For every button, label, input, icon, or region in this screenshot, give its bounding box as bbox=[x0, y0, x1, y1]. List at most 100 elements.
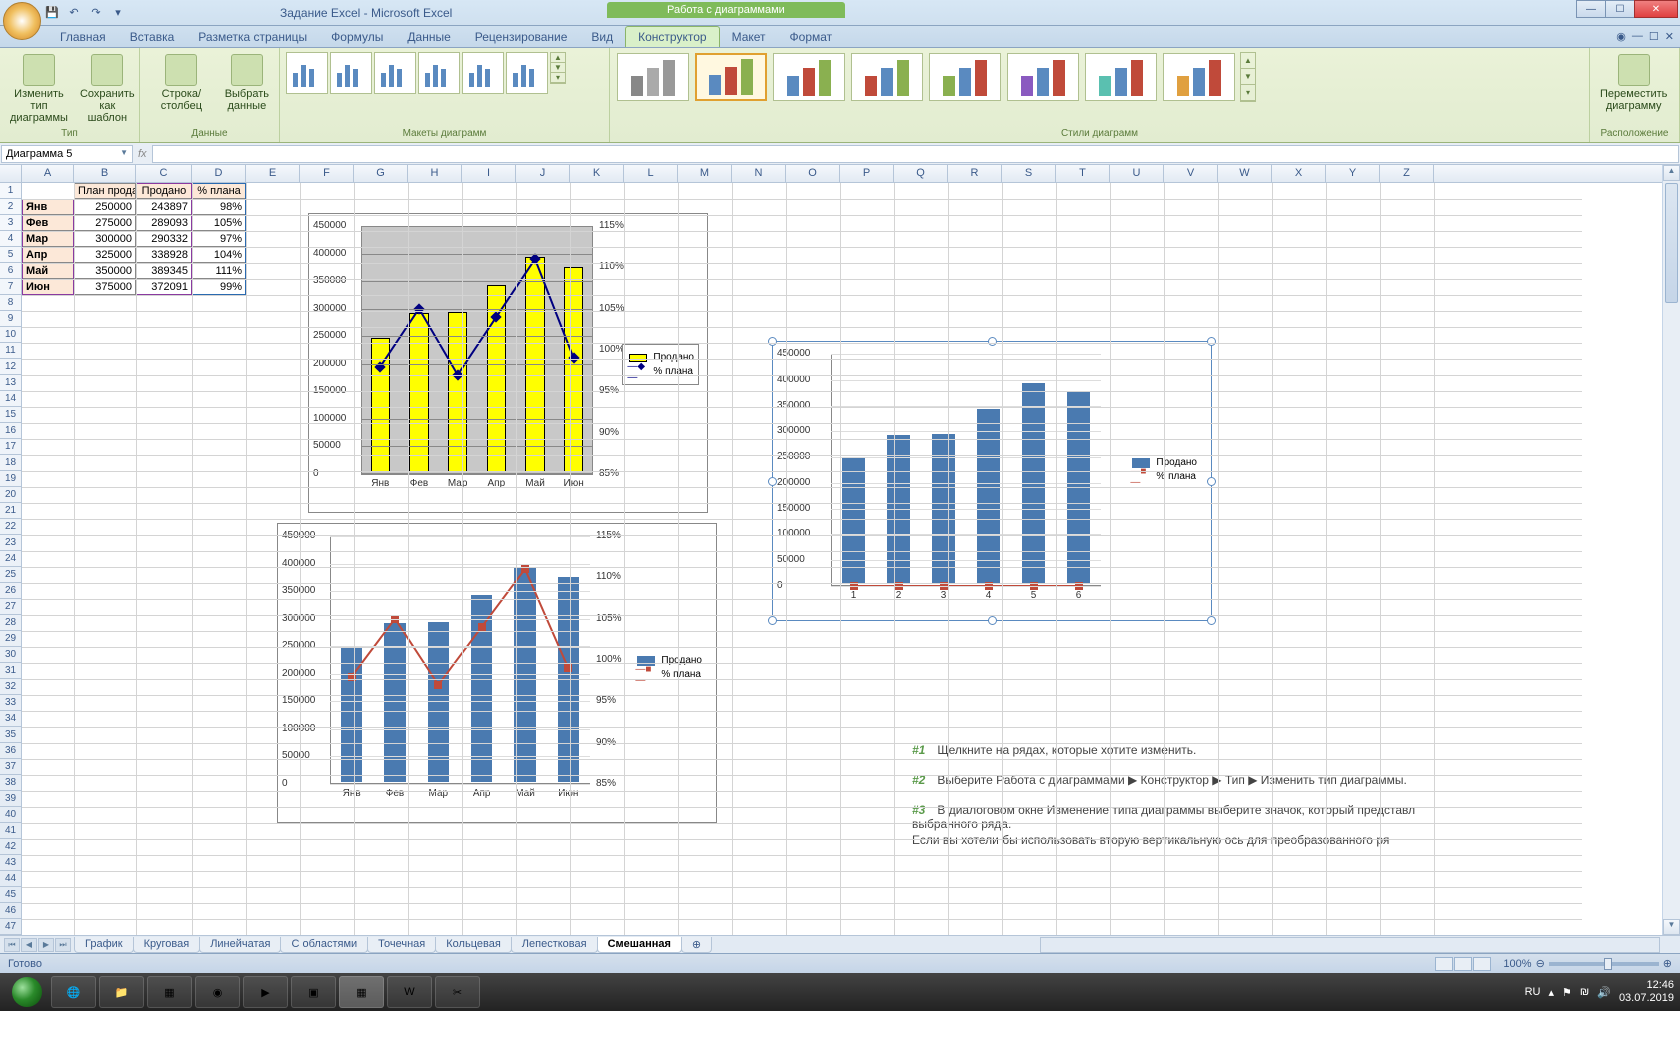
row-header[interactable]: 40 bbox=[0, 807, 21, 823]
row-header[interactable]: 18 bbox=[0, 455, 21, 471]
tab-главная[interactable]: Главная bbox=[48, 27, 118, 47]
row-header[interactable]: 26 bbox=[0, 583, 21, 599]
row-header[interactable]: 30 bbox=[0, 647, 21, 663]
row-header[interactable]: 45 bbox=[0, 887, 21, 903]
row-header[interactable]: 42 bbox=[0, 839, 21, 855]
tray-show-hidden-icon[interactable]: ▴ bbox=[1548, 986, 1554, 999]
row-header[interactable]: 13 bbox=[0, 375, 21, 391]
layout-thumb[interactable] bbox=[462, 52, 504, 94]
col-header[interactable]: L bbox=[624, 165, 678, 182]
worksheet-grid[interactable]: ABCDEFGHIJKLMNOPQRSTUVWXYZ 1234567891011… bbox=[0, 165, 1680, 935]
sheet-tab[interactable]: Точечная bbox=[367, 937, 436, 953]
tab-данные[interactable]: Данные bbox=[395, 27, 462, 47]
row-header[interactable]: 21 bbox=[0, 503, 21, 519]
vertical-scrollbar[interactable]: ▲ ▼ bbox=[1662, 165, 1680, 935]
move-chart-button[interactable]: Переместить диаграмму bbox=[1596, 52, 1671, 114]
col-header[interactable]: X bbox=[1272, 165, 1326, 182]
layout-thumb[interactable] bbox=[286, 52, 328, 94]
chart-2-combo-blue[interactable]: 0500001000001500002000002500003000003500… bbox=[277, 523, 717, 823]
row-header[interactable]: 6 bbox=[0, 263, 21, 279]
col-header[interactable]: B bbox=[74, 165, 136, 182]
chart-layouts-gallery[interactable]: ▲▼▾ bbox=[286, 52, 603, 127]
help-icon[interactable]: ◉ bbox=[1616, 30, 1626, 43]
tab-вставка[interactable]: Вставка bbox=[118, 27, 187, 47]
start-button[interactable] bbox=[6, 976, 48, 1008]
chart-3-selected[interactable]: 0500001000001500002000002500003000003500… bbox=[772, 341, 1212, 621]
row-header[interactable]: 38 bbox=[0, 775, 21, 791]
row-header[interactable]: 1 bbox=[0, 183, 21, 199]
page-layout-view-button[interactable] bbox=[1454, 957, 1472, 971]
tab-формат[interactable]: Формат bbox=[778, 27, 845, 47]
tray-network-icon[interactable]: ₪ bbox=[1580, 986, 1589, 998]
tab-макет[interactable]: Макет bbox=[720, 27, 778, 47]
minimize-button[interactable]: — bbox=[1576, 0, 1606, 18]
col-header[interactable]: P bbox=[840, 165, 894, 182]
row-header[interactable]: 35 bbox=[0, 727, 21, 743]
sheet-tab[interactable]: Смешанная bbox=[597, 937, 682, 953]
row-header[interactable]: 12 bbox=[0, 359, 21, 375]
col-header[interactable]: N bbox=[732, 165, 786, 182]
tray-flag-icon[interactable]: ⚑ bbox=[1562, 986, 1572, 999]
row-header[interactable]: 5 bbox=[0, 247, 21, 263]
row-header[interactable]: 39 bbox=[0, 791, 21, 807]
chart-styles-gallery[interactable]: ▲▼▾ bbox=[616, 52, 1583, 127]
sheet-nav-next-icon[interactable]: ▶ bbox=[38, 938, 54, 952]
sheet-tab[interactable]: График bbox=[74, 937, 134, 953]
col-header[interactable]: F bbox=[300, 165, 354, 182]
row-header[interactable]: 32 bbox=[0, 679, 21, 695]
col-header[interactable]: C bbox=[136, 165, 192, 182]
doc-restore-icon[interactable]: ☐ bbox=[1649, 30, 1659, 43]
tab-формулы[interactable]: Формулы bbox=[319, 27, 395, 47]
row-header[interactable]: 7 bbox=[0, 279, 21, 295]
col-header[interactable]: Q bbox=[894, 165, 948, 182]
style-thumb[interactable] bbox=[617, 53, 689, 101]
layout-thumb[interactable] bbox=[330, 52, 372, 94]
row-header[interactable]: 44 bbox=[0, 871, 21, 887]
zoom-out-button[interactable]: ⊖ bbox=[1536, 957, 1545, 970]
col-header[interactable]: A bbox=[22, 165, 74, 182]
row-header[interactable]: 29 bbox=[0, 631, 21, 647]
save-icon[interactable]: 💾 bbox=[42, 3, 62, 23]
style-thumb[interactable] bbox=[851, 53, 923, 101]
taskbar-ie-icon[interactable]: 🌐 bbox=[51, 976, 96, 1008]
tab-конструктор[interactable]: Конструктор bbox=[625, 26, 719, 47]
col-header[interactable]: V bbox=[1164, 165, 1218, 182]
style-thumb[interactable] bbox=[1007, 53, 1079, 101]
col-header[interactable]: G bbox=[354, 165, 408, 182]
sheet-tab[interactable]: Лепестковая bbox=[511, 937, 598, 953]
name-box-dropdown-icon[interactable]: ▼ bbox=[120, 148, 128, 160]
name-box[interactable]: Диаграмма 5▼ bbox=[1, 145, 133, 163]
row-header[interactable]: 23 bbox=[0, 535, 21, 551]
row-header[interactable]: 16 bbox=[0, 423, 21, 439]
doc-close-icon[interactable]: ✕ bbox=[1665, 30, 1674, 43]
sheet-tab[interactable]: Кольцевая bbox=[435, 937, 512, 953]
doc-minimize-icon[interactable]: — bbox=[1632, 30, 1643, 43]
col-header[interactable]: Z bbox=[1380, 165, 1434, 182]
row-header[interactable]: 47 bbox=[0, 919, 21, 935]
office-button[interactable] bbox=[3, 2, 41, 40]
row-header[interactable]: 41 bbox=[0, 823, 21, 839]
layout-thumb[interactable] bbox=[506, 52, 548, 94]
select-data-button[interactable]: Выбрать данные bbox=[221, 52, 273, 114]
page-break-view-button[interactable] bbox=[1473, 957, 1491, 971]
chart-1-combo-yellow[interactable]: 0500001000001500002000002500003000003500… bbox=[308, 213, 708, 513]
taskbar-app-icon[interactable]: ▦ bbox=[147, 976, 192, 1008]
style-thumb[interactable] bbox=[1163, 53, 1235, 101]
row-header[interactable]: 9 bbox=[0, 311, 21, 327]
style-thumb[interactable] bbox=[929, 53, 1001, 101]
style-thumb[interactable] bbox=[695, 53, 767, 101]
layout-thumb[interactable] bbox=[374, 52, 416, 94]
zoom-slider[interactable] bbox=[1549, 962, 1659, 966]
row-header[interactable]: 22 bbox=[0, 519, 21, 535]
sheet-nav-last-icon[interactable]: ⏭ bbox=[55, 938, 71, 952]
tray-lang[interactable]: RU bbox=[1525, 986, 1541, 998]
sheet-tab[interactable]: Линейчатая bbox=[199, 937, 281, 953]
cells-area[interactable]: План продажПродано% планаЯнв250000243897… bbox=[22, 183, 1680, 935]
horizontal-scrollbar[interactable] bbox=[1040, 937, 1660, 953]
row-header[interactable]: 19 bbox=[0, 471, 21, 487]
taskbar-excel-icon[interactable]: ▦ bbox=[339, 976, 384, 1008]
col-header[interactable]: I bbox=[462, 165, 516, 182]
row-header[interactable]: 14 bbox=[0, 391, 21, 407]
taskbar-sketchup-icon[interactable]: ▣ bbox=[291, 976, 336, 1008]
layout-thumb[interactable] bbox=[418, 52, 460, 94]
